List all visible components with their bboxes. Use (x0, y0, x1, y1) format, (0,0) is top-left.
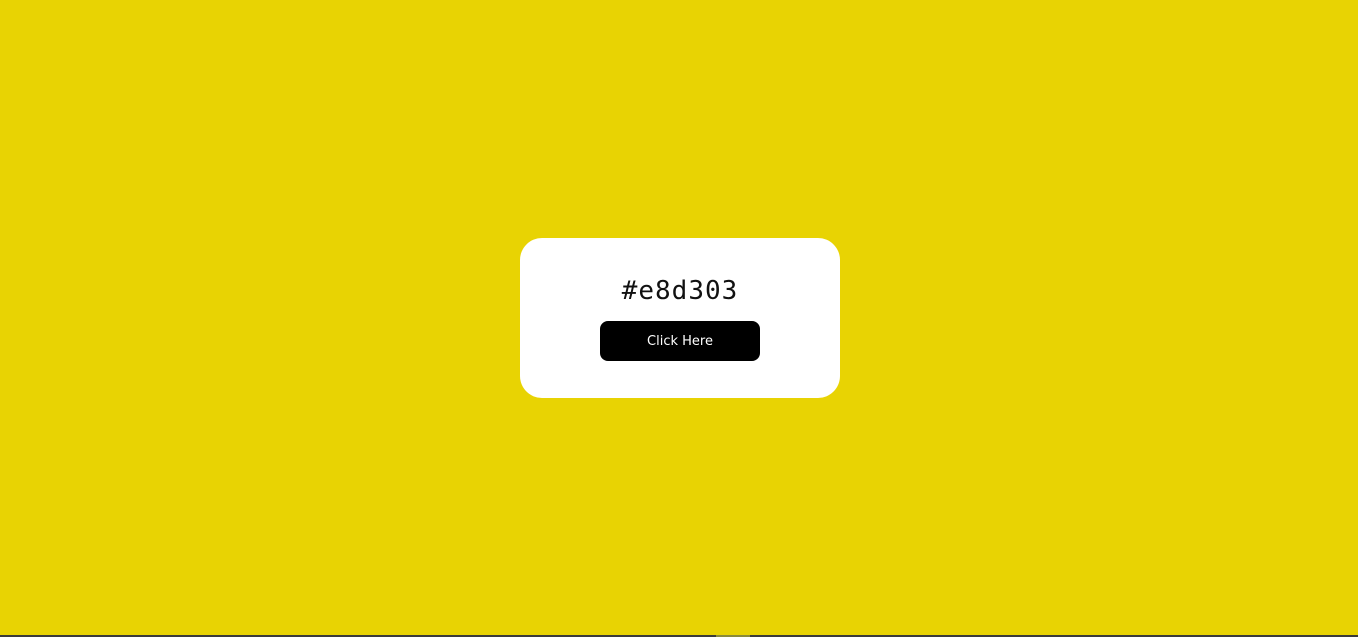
color-code-text: #e8d303 (621, 276, 739, 306)
color-card: #e8d303 Click Here (520, 238, 840, 398)
click-here-button[interactable]: Click Here (600, 321, 760, 361)
